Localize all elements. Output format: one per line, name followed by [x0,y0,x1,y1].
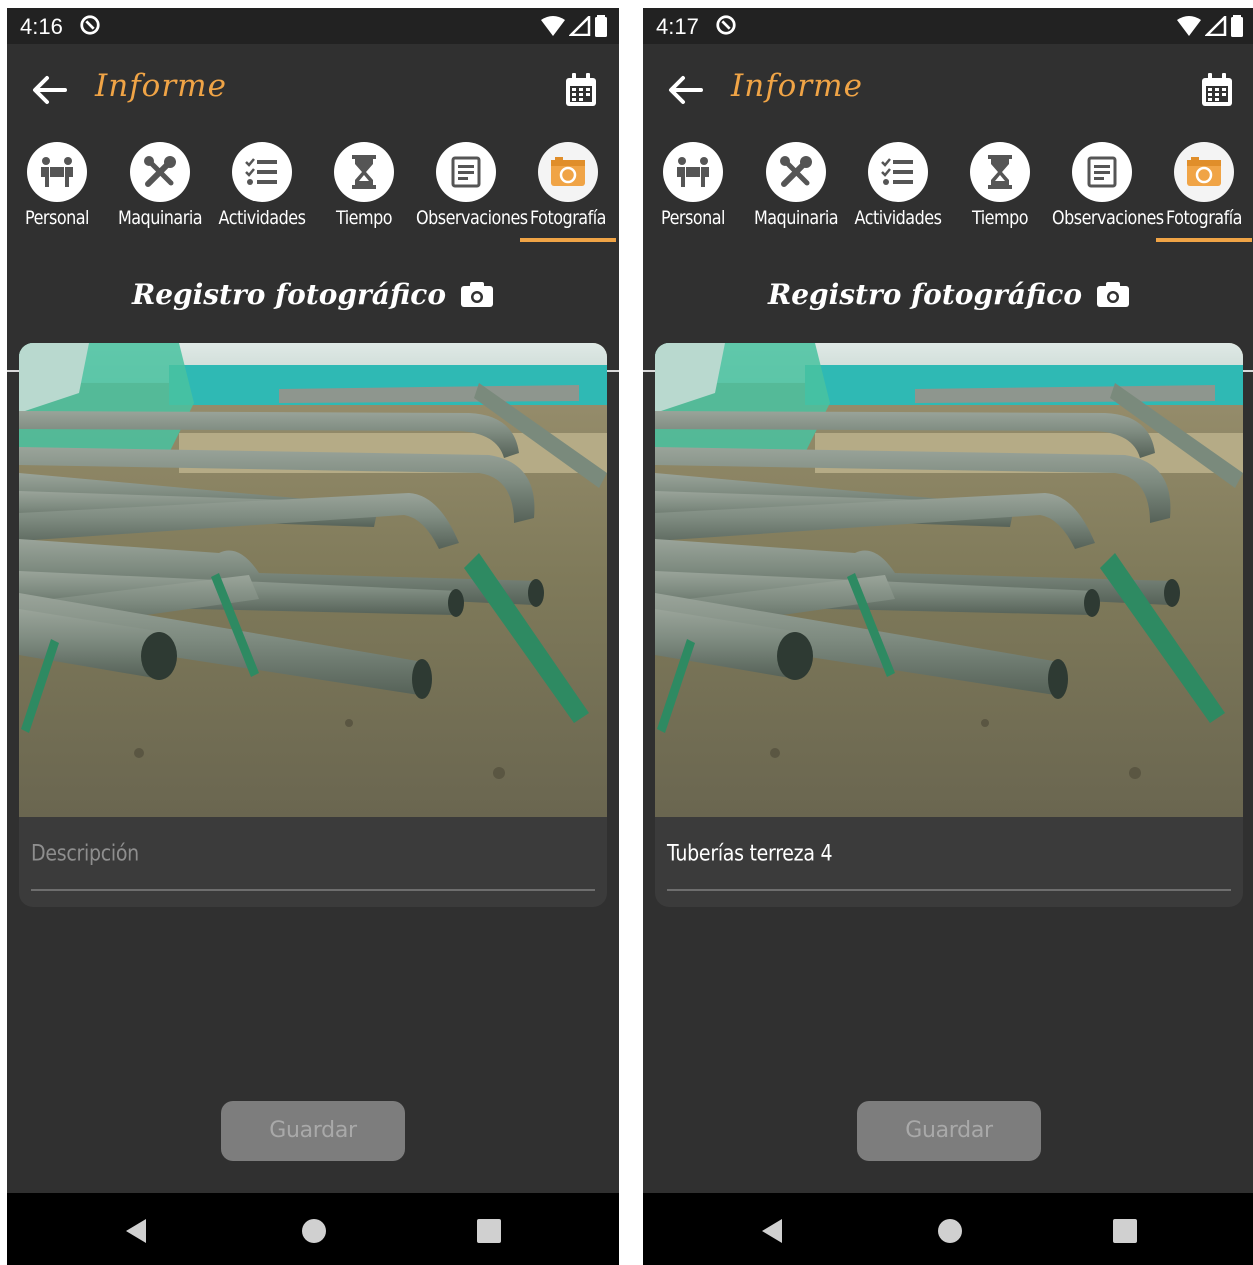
tab-label: Fotografía [1166,206,1242,229]
section-title: Registro fotográfico [643,278,1253,311]
nav-back-icon[interactable] [758,1217,786,1245]
description-field[interactable]: Descripción [31,831,595,891]
hourglass-icon [334,142,394,202]
description-field[interactable]: Tuberías terreza 4 [667,831,1231,891]
app-bar: Informe [643,44,1253,136]
tab-actividades[interactable]: Actividades [848,136,948,242]
system-icons [541,15,607,37]
back-arrow-icon[interactable] [29,72,69,108]
notes-icon [1072,142,1132,202]
camera-icon[interactable] [460,280,494,308]
photo-card: Descripción [19,343,607,907]
tab-actividades[interactable]: Actividades [212,136,312,242]
save-button[interactable]: Guardar [221,1101,405,1161]
checklist-icon [868,142,928,202]
section-title-text: Registro fotográfico [131,278,447,311]
active-tab-indicator [520,238,616,242]
people-carry-icon [27,142,87,202]
nav-recents-icon[interactable] [477,1219,501,1243]
page-title: Informe [95,68,227,104]
checklist-icon [232,142,292,202]
system-icons [1177,15,1243,37]
signal-icon [569,16,591,36]
tab-label: Personal [660,206,726,229]
data-saver-icon [80,15,100,35]
battery-icon [595,15,607,37]
tab-personal[interactable]: Personal [7,136,107,242]
tab-fotografia[interactable]: Fotografía [1154,136,1253,242]
tab-label: Tiempo [971,206,1029,229]
battery-icon [1231,15,1243,37]
photo-card: Tuberías terreza 4 [655,343,1243,907]
tab-observaciones[interactable]: Observaciones [416,136,528,242]
tab-tiempo[interactable]: Tiempo [314,136,414,242]
save-button[interactable]: Guardar [857,1101,1041,1161]
tab-label: Fotografía [530,206,606,229]
hourglass-icon [970,142,1030,202]
nav-home-icon[interactable] [936,1217,964,1245]
navigation-bar [643,1193,1253,1265]
description-value: Tuberías terreza 4 [667,841,833,867]
status-bar: 4:17 [643,8,1253,44]
app-bar: Informe [7,44,619,136]
construction-photo [19,343,607,817]
tab-label: Maquinaria [117,206,203,229]
tab-observaciones[interactable]: Observaciones [1052,136,1164,242]
notes-icon [436,142,496,202]
page-title: Informe [731,68,863,104]
wifi-icon [541,16,565,36]
tab-bar: Personal Maquinaria Actividades Tiempo O… [643,136,1253,372]
tab-maquinaria[interactable]: Maquinaria [746,136,846,242]
tab-fotografia[interactable]: Fotografía [518,136,618,242]
tab-label: Tiempo [335,206,393,229]
tab-label: Observaciones [1052,206,1164,229]
wifi-icon [1177,16,1201,36]
people-carry-icon [663,142,723,202]
navigation-bar [7,1193,619,1265]
tab-label: Personal [24,206,90,229]
tools-icon [130,142,190,202]
phone-screen-left: 4:16 Informe Personal Maquinaria Activid… [7,8,619,1265]
status-time: 4:16 [20,14,63,39]
back-arrow-icon[interactable] [665,72,705,108]
phone-screen-right: 4:17 Informe Personal Maquinaria Activid… [643,8,1253,1265]
calendar-icon[interactable] [563,72,599,108]
signal-icon [1205,16,1227,36]
tab-label: Actividades [854,206,942,229]
nav-back-icon[interactable] [122,1217,150,1245]
data-saver-icon [716,15,736,35]
tab-bar: Personal Maquinaria Actividades Tiempo O… [7,136,619,372]
nav-recents-icon[interactable] [1113,1219,1137,1243]
status-bar: 4:16 [7,8,619,44]
section-title: Registro fotográfico [7,278,619,311]
active-tab-indicator [1156,238,1252,242]
calendar-icon[interactable] [1199,72,1235,108]
construction-photo [655,343,1243,817]
tab-maquinaria[interactable]: Maquinaria [110,136,210,242]
tab-label: Observaciones [416,206,528,229]
tab-personal[interactable]: Personal [643,136,743,242]
camera-icon[interactable] [1096,280,1130,308]
photo-camera-icon [538,142,598,202]
tab-tiempo[interactable]: Tiempo [950,136,1050,242]
description-placeholder: Descripción [31,841,139,867]
tab-label: Actividades [218,206,306,229]
section-title-text: Registro fotográfico [767,278,1083,311]
tools-icon [766,142,826,202]
photo-camera-icon [1174,142,1234,202]
nav-home-icon[interactable] [300,1217,328,1245]
tab-label: Maquinaria [753,206,839,229]
status-time: 4:17 [656,14,699,39]
